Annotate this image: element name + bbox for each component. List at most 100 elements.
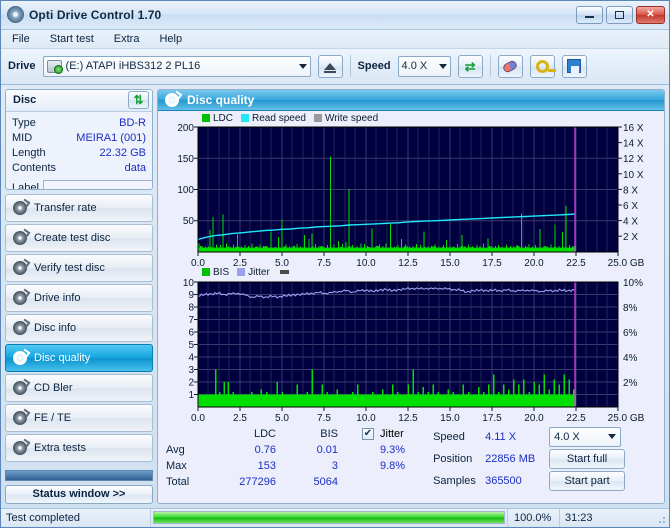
menu-help[interactable]: Help <box>156 31 185 47</box>
drive-select-value: (E:) ATAPI iHBS312 2 PL16 <box>65 60 201 73</box>
disc-panel-header: Disc ⇅ <box>6 89 152 112</box>
minimize-button[interactable] <box>576 5 603 24</box>
status-window-button[interactable]: Status window >> <box>5 485 153 504</box>
chevron-down-icon <box>298 63 307 69</box>
svg-text:25.0 GB: 25.0 GB <box>608 258 645 267</box>
svg-text:0.0: 0.0 <box>191 413 205 422</box>
svg-text:14 X: 14 X <box>623 138 644 149</box>
speed-label: Speed <box>357 60 391 73</box>
menu-file[interactable]: File <box>9 31 33 47</box>
sidebar-item-drive-info[interactable]: Drive info <box>5 284 153 313</box>
maximize-button[interactable] <box>606 5 633 24</box>
legend-bis: BIS <box>202 267 229 278</box>
svg-text:4 X: 4 X <box>623 216 638 227</box>
sidebar-item-create-test-disc[interactable]: Create test disc <box>5 224 153 253</box>
legend-swatch-write-speed <box>313 114 322 123</box>
disc-refresh-button[interactable]: ⇅ <box>128 91 149 110</box>
svg-text:12.5: 12.5 <box>398 258 418 267</box>
sidebar-item-transfer-rate[interactable]: Transfer rate <box>5 194 153 223</box>
resize-grip[interactable] <box>656 514 666 524</box>
sidebar-label: Disc quality <box>34 352 91 365</box>
erase-button[interactable] <box>497 54 523 78</box>
chart-top-y2-axis: 16 X 14 X 12 X 10 X 8 X 6 X 4 X 2 X <box>623 123 644 243</box>
close-button[interactable]: ✕ <box>636 5 665 24</box>
start-full-button[interactable]: Start full <box>549 448 626 469</box>
jitter-label: Jitter <box>380 427 404 440</box>
stats-total-ldc: 277296 <box>239 475 276 488</box>
svg-text:50: 50 <box>183 216 195 227</box>
stats-panel: LDC BIS Avg 0.76 0.01 Max 153 3 Total 27… <box>158 421 664 503</box>
legend-label: Write speed <box>324 112 379 124</box>
chevron-down-icon <box>438 63 447 69</box>
disc-row-length: Length 22.32 GB <box>12 146 146 161</box>
charts-container: LDC Read speed Write speed 200 150 100 5… <box>158 111 664 422</box>
eject-button[interactable] <box>317 54 343 78</box>
sidebar-label: Drive info <box>34 292 81 305</box>
chart-quality-bottom: BIS Jitter 10 9 8 7 6 5 4 3 2 1 10% 8% 6… <box>158 267 664 422</box>
svg-text:4%: 4% <box>623 353 638 364</box>
svg-text:10 X: 10 X <box>623 170 644 181</box>
menu-extra[interactable]: Extra <box>111 31 143 47</box>
sidebar-label: Verify test disc <box>34 262 105 275</box>
refresh-button[interactable]: ⇄ <box>457 54 483 78</box>
sidebar-item-cd-bler[interactable]: CD Bler <box>5 374 153 403</box>
menu-start-test[interactable]: Start test <box>47 31 97 47</box>
legend-swatch-ldc <box>202 114 210 123</box>
disc-info-rows: Type BD-R MID MEIRA1 (001) Length 22.32 … <box>6 112 152 191</box>
chart-top-y-axis: 200 150 100 50 <box>177 123 194 227</box>
drive-icon <box>46 59 63 74</box>
disc-contents-label: Contents <box>12 161 57 174</box>
test-speed-select[interactable]: 4.0 X <box>549 426 622 447</box>
main-area: Disc ⇅ Type BD-R MID MEIRA1 (001) Length… <box>1 84 669 508</box>
disc-row-mid: MID MEIRA1 (001) <box>12 131 146 146</box>
verify-test-disc-icon <box>13 261 27 276</box>
save-icon <box>567 59 582 74</box>
svg-text:0.0: 0.0 <box>191 258 205 267</box>
stats-row-max: Max 153 3 <box>166 458 338 474</box>
disc-label-caption: Label <box>12 182 39 191</box>
svg-text:9: 9 <box>188 290 194 301</box>
sidebar-item-verify-test-disc[interactable]: Verify test disc <box>5 254 153 283</box>
chevron-down-icon <box>608 434 617 440</box>
sidebar-item-disc-quality[interactable]: Disc quality <box>5 344 153 373</box>
app-window: Opti Drive Control 1.70 ✕ File Start tes… <box>0 0 670 528</box>
jitter-checkbox[interactable]: ✔ <box>362 427 374 440</box>
speed-select[interactable]: 4.0 X <box>397 55 451 77</box>
menu-bar: File Start test Extra Help <box>1 29 669 50</box>
stats-table: LDC BIS Avg 0.76 0.01 Max 153 3 Total 27… <box>166 426 338 500</box>
sidebar-item-fe-te[interactable]: FE / TE <box>5 404 153 433</box>
disc-label-input[interactable] <box>42 179 152 190</box>
sidebar-item-disc-info[interactable]: Disc info <box>5 314 153 343</box>
svg-text:2%: 2% <box>623 378 638 389</box>
elapsed-time: 31:23 <box>559 508 669 527</box>
drive-info-icon <box>13 291 27 306</box>
drive-select[interactable]: (E:) ATAPI iHBS312 2 PL16 <box>42 55 311 77</box>
start-part-button[interactable]: Start part <box>549 470 626 491</box>
disc-type-label: Type <box>12 116 36 129</box>
status-message: Test completed <box>1 508 151 527</box>
svg-text:2.5: 2.5 <box>233 413 247 422</box>
svg-text:7: 7 <box>188 315 194 326</box>
legend-label: LDC <box>213 112 234 124</box>
legend-ldc: LDC <box>202 113 233 124</box>
svg-text:7.5: 7.5 <box>317 258 331 267</box>
progress-bar <box>151 511 507 525</box>
svg-text:5: 5 <box>188 340 194 351</box>
key-button[interactable] <box>529 54 556 78</box>
disc-length-value: 22.32 GB <box>99 146 146 159</box>
svg-text:15.0: 15.0 <box>440 258 460 267</box>
legend-label: BIS <box>213 266 230 278</box>
sidebar-label: Create test disc <box>34 232 111 245</box>
panel-title: Disc quality <box>187 92 255 107</box>
disc-quality-icon <box>13 351 27 366</box>
summary-position-label: Position <box>433 452 473 465</box>
window-controls: ✕ <box>576 5 665 24</box>
svg-text:150: 150 <box>177 154 194 165</box>
sidebar-label: Transfer rate <box>34 202 97 215</box>
chart-bottom-x-axis: 0.0 2.5 5.0 7.5 10.0 12.5 15.0 17.5 20.0… <box>191 413 645 422</box>
progress-fill <box>154 512 504 524</box>
legend-swatch-read-speed <box>241 114 250 123</box>
jitter-avg-row: 9.3% <box>362 442 405 458</box>
sidebar-item-extra-tests[interactable]: Extra tests <box>5 434 153 463</box>
save-button[interactable] <box>561 54 587 78</box>
